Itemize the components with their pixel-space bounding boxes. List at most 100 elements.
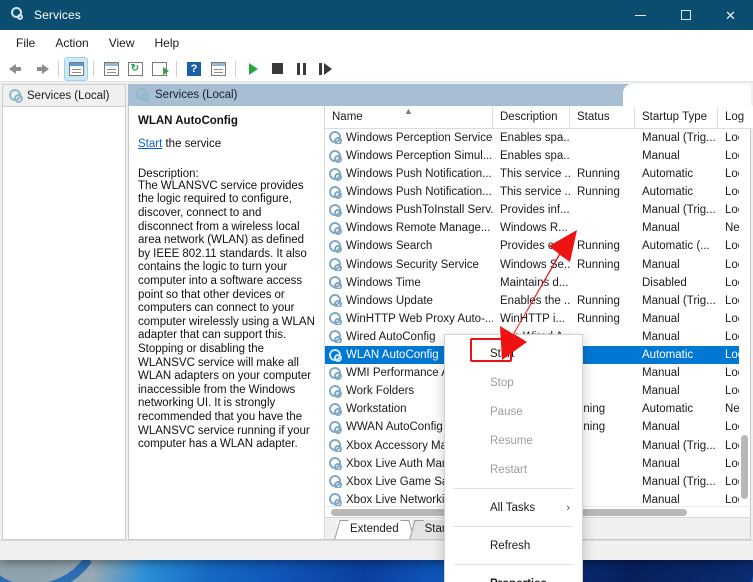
- cell-name-label: Windows Update: [346, 294, 433, 307]
- table-row[interactable]: Windows Time Maintains d... Disabled Loc: [325, 274, 750, 292]
- window-body: Services (Local) Services (Local) WLAN A…: [0, 82, 753, 540]
- show-console-tree-icon[interactable]: [64, 56, 88, 81]
- cell-name-label: Windows Remote Manage...: [346, 222, 491, 235]
- start-service-icon[interactable]: [242, 58, 264, 80]
- cell-startup-type: Manual: [642, 385, 680, 398]
- cell-name-label: WLAN AutoConfig: [346, 349, 439, 362]
- close-button[interactable]: ✕: [708, 0, 753, 30]
- table-row[interactable]: Windows Update Enables the ... Running Manu…: [325, 292, 750, 310]
- menu-item-file[interactable]: File: [6, 33, 45, 53]
- context-menu-item-properties[interactable]: Properties: [445, 569, 582, 582]
- cell-startup-type: Manual: [642, 222, 680, 235]
- cell-name: Windows Push Notification...: [325, 185, 493, 199]
- column-header-name[interactable]: Name ▲: [325, 105, 493, 128]
- context-menu-item-all-tasks[interactable]: All Tasks ›: [445, 493, 582, 522]
- context-menu-item-stop: Stop: [445, 368, 582, 397]
- cell-description: Windows R...: [500, 222, 568, 235]
- list-header-row: Name ▲ Description Status Startup Type L…: [325, 105, 753, 129]
- table-row[interactable]: Windows Security Service Windows Se... Run…: [325, 256, 750, 274]
- cell-name: Windows Security Service: [325, 258, 493, 272]
- minimize-button[interactable]: [618, 0, 663, 30]
- menu-item-action[interactable]: Action: [45, 33, 98, 53]
- cell-name-label: Xbox Live Networking: [346, 493, 458, 506]
- table-row[interactable]: Windows Remote Manage... Windows R... Manu…: [325, 219, 750, 237]
- back-icon[interactable]: [6, 58, 28, 80]
- service-gear-icon: [329, 384, 342, 398]
- service-context-menu: Start Stop Pause Resume Restart All Tasks › Ref…: [444, 334, 583, 582]
- selected-service-name: WLAN AutoConfig: [138, 114, 238, 127]
- properties-icon[interactable]: [100, 58, 122, 80]
- start-service-link[interactable]: Start: [138, 138, 162, 150]
- cell-description: Windows Se...: [500, 258, 570, 271]
- forward-icon[interactable]: [30, 58, 52, 80]
- context-menu-item-label: Pause: [490, 405, 523, 418]
- service-gear-icon: [329, 348, 342, 362]
- start-service-line: Start the service: [138, 138, 316, 150]
- column-header-startup-type[interactable]: Startup Type: [635, 105, 718, 128]
- console-tree-pane: Services (Local): [2, 84, 126, 540]
- toolbar-separator: [93, 60, 94, 77]
- services-gear-icon: [136, 88, 150, 103]
- context-menu-item-resume: Resume: [445, 426, 582, 455]
- cell-startup-type: Automatic: [642, 349, 694, 362]
- service-gear-icon: [329, 457, 342, 471]
- context-menu-item-restart: Restart: [445, 455, 582, 484]
- cell-startup-type: Disabled: [642, 276, 687, 289]
- pane-header: Services (Local): [128, 84, 751, 106]
- menu-item-help[interactable]: Help: [145, 33, 190, 53]
- table-row[interactable]: Windows Perception Simul... Enables spa..…: [325, 147, 750, 165]
- cell-name-label: Work Folders: [346, 385, 415, 398]
- pane-header-label: Services (Local): [155, 88, 238, 101]
- table-row[interactable]: Windows Push Notification... This service…: [325, 165, 750, 183]
- table-row[interactable]: Windows Push Notification... This service…: [325, 183, 750, 201]
- services-gear-icon: [9, 89, 23, 103]
- description-label: Description:: [138, 167, 199, 180]
- pause-service-icon[interactable]: [290, 58, 312, 80]
- cell-startup-type: Manual: [642, 421, 680, 434]
- services-gear-icon: [10, 7, 26, 23]
- table-row[interactable]: Windows Perception Service Enables spa...…: [325, 129, 750, 147]
- cell-description: WinHTTP i...: [500, 312, 565, 325]
- help-icon[interactable]: ?: [183, 58, 205, 80]
- context-menu-item-refresh[interactable]: Refresh: [445, 531, 582, 560]
- cell-name-label: Windows Perception Service: [346, 131, 493, 144]
- cell-startup-type: Automatic: [642, 403, 694, 416]
- service-gear-icon: [329, 493, 342, 506]
- maximize-button[interactable]: [663, 0, 708, 30]
- service-gear-icon: [329, 294, 342, 308]
- list-vertical-scrollbar[interactable]: [739, 128, 750, 506]
- cell-name: Windows Perception Service: [325, 131, 493, 145]
- show-action-pane-icon[interactable]: [207, 58, 229, 80]
- restart-service-icon[interactable]: [314, 58, 336, 80]
- table-row[interactable]: Windows Search Provides co... Running Autom…: [325, 237, 750, 255]
- context-menu-item-label: All Tasks: [490, 501, 536, 514]
- cell-startup-type: Automatic: [642, 186, 694, 199]
- column-header-status[interactable]: Status: [570, 105, 635, 128]
- menu-item-view[interactable]: View: [99, 33, 145, 53]
- refresh-icon[interactable]: ↻: [124, 58, 146, 80]
- cell-name-label: Xbox Live Auth Mana: [346, 457, 455, 470]
- toolbar: ↻ ?: [0, 56, 753, 82]
- cell-startup-type: Manual: [642, 493, 680, 506]
- tab-extended[interactable]: Extended: [334, 520, 415, 539]
- cell-startup-type: Manual: [642, 457, 680, 470]
- status-bar: [0, 540, 753, 560]
- table-row[interactable]: WinHTTP Web Proxy Auto-... WinHTTP i... Ru…: [325, 310, 750, 328]
- cell-startup-type: Manual: [642, 150, 680, 162]
- table-row[interactable]: Windows PushToInstall Serv... Provides in…: [325, 201, 750, 219]
- cell-description: This service ...: [500, 168, 570, 181]
- vertical-scrollbar-thumb[interactable]: [741, 434, 748, 499]
- cell-startup-type: Manual: [642, 312, 680, 325]
- cell-status: Running: [577, 258, 620, 271]
- context-menu-item-start[interactable]: Start: [445, 339, 582, 368]
- toolbar-separator: [176, 60, 177, 77]
- tree-root-services-local[interactable]: Services (Local): [3, 85, 125, 107]
- column-header-description[interactable]: Description: [493, 105, 570, 128]
- menu-bar: File Action View Help: [0, 30, 753, 56]
- cell-startup-type: Manual (Trig...: [642, 439, 716, 452]
- context-menu-separator: [453, 526, 574, 527]
- export-list-icon[interactable]: [148, 58, 170, 80]
- stop-service-icon[interactable]: [266, 58, 288, 80]
- column-header-log-on-as[interactable]: Log: [718, 105, 753, 128]
- submenu-chevron-right-icon: ›: [566, 501, 570, 514]
